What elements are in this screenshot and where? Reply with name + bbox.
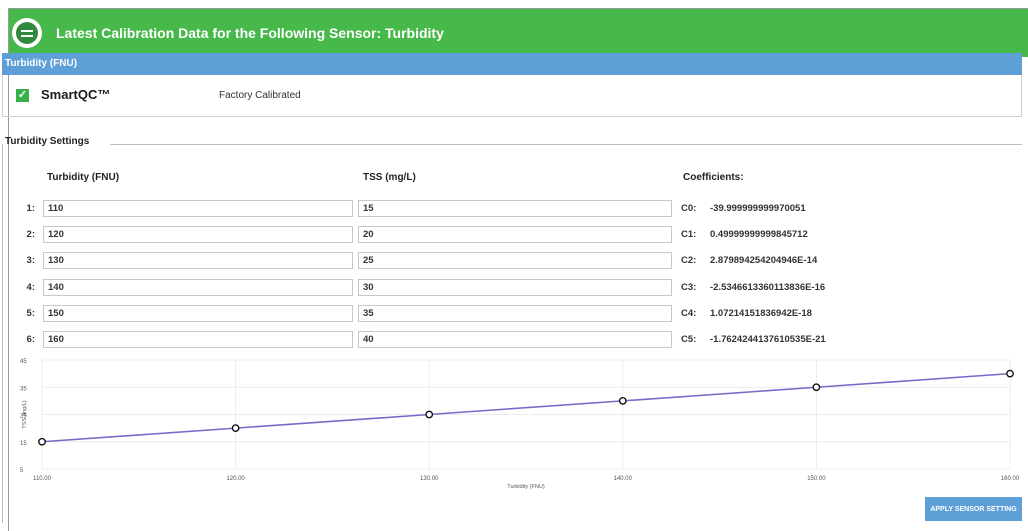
y-tick-label: 45 xyxy=(20,359,27,365)
settings-title: Turbidity Settings xyxy=(5,136,90,147)
x-tick-label: 140.00 xyxy=(614,476,633,482)
smartqc-row: ✓ SmartQC™ Factory Calibrated xyxy=(2,75,1022,117)
data-point xyxy=(618,396,627,405)
row-number: 2: xyxy=(26,229,35,240)
x-tick-label: 160.00 xyxy=(1001,476,1020,482)
coefficient-label: C2: xyxy=(681,255,697,266)
row-number: 4: xyxy=(26,282,35,293)
row-number: 3: xyxy=(26,255,35,266)
coefficient-value: -2.5346613360113836E-16 xyxy=(710,282,826,293)
y-axis-label: TSS (mg/L) xyxy=(22,400,28,428)
coefficient-label: C5: xyxy=(681,334,697,345)
coefficient-label: C3: xyxy=(681,282,697,293)
x-axis-label: Turbidity (FNU) xyxy=(507,484,545,490)
header-bar: Latest Calibration Data for the Followin… xyxy=(9,9,1028,57)
coefficient-label: C1: xyxy=(681,229,697,240)
turbidity-input[interactable]: 150 xyxy=(43,305,353,322)
smartqc-checkbox[interactable]: ✓ xyxy=(16,89,29,102)
series-line xyxy=(41,372,1011,443)
row-number: 6: xyxy=(26,334,35,345)
coefficient-value: -1.7624244137610535E-21 xyxy=(710,334,826,345)
calibration-chart: 515253545110.00 120.00 130.00 140.00 150.00 1… xyxy=(20,359,1020,490)
row-number: 1: xyxy=(26,203,35,214)
turbidity-input[interactable]: 160 xyxy=(43,331,353,348)
settings-divider xyxy=(110,144,1022,145)
x-tick-label: 130.00 xyxy=(420,476,439,482)
coefficient-value: 2.879894254204946E-14 xyxy=(710,255,818,266)
panel-title: Turbidity (FNU) xyxy=(2,53,1022,75)
tss-input[interactable]: 25 xyxy=(358,252,672,269)
smartqc-label: SmartQC™ xyxy=(41,87,111,102)
turbidity-input[interactable]: 130 xyxy=(43,252,353,269)
coefficient-value: -39.999999999970051 xyxy=(710,203,806,214)
coefficient-value: 1.07214151836942E-18 xyxy=(710,308,812,319)
tss-input[interactable]: 15 xyxy=(358,200,672,217)
coefficients-header: Coefficients: xyxy=(683,172,744,183)
page-title: Latest Calibration Data for the Followin… xyxy=(56,25,444,41)
turbidity-input[interactable]: 140 xyxy=(43,279,353,296)
tss-input[interactable]: 30 xyxy=(358,279,672,296)
turbidity-input[interactable]: 110 xyxy=(43,200,353,217)
data-point xyxy=(231,424,240,433)
coefficient-label: C4: xyxy=(681,308,697,319)
y-tick-label: 5 xyxy=(20,468,24,474)
y-tick-label: 35 xyxy=(20,386,27,392)
tss-input[interactable]: 20 xyxy=(358,226,672,243)
data-point xyxy=(38,437,46,446)
row-number: 5: xyxy=(26,308,35,319)
data-point xyxy=(1006,369,1014,378)
x-tick-label: 150.00 xyxy=(807,476,826,482)
data-point xyxy=(425,410,434,419)
x-tick-label: 120.00 xyxy=(226,476,245,482)
turbidity-input[interactable]: 120 xyxy=(43,226,353,243)
sensor-icon xyxy=(12,18,42,48)
calibration-status: Factory Calibrated xyxy=(219,90,301,101)
turbidity-column-header: Turbidity (FNU) xyxy=(47,172,120,183)
tss-input[interactable]: 40 xyxy=(358,331,672,348)
data-point xyxy=(812,383,821,392)
coefficient-value: 0.49999999999845712 xyxy=(710,229,808,240)
tss-column-header: TSS (mg/L) xyxy=(363,172,416,183)
x-tick-label: 110.00 xyxy=(33,476,52,482)
apply-sensor-setting-button[interactable]: APPLY SENSOR SETTING xyxy=(925,497,1022,521)
y-tick-label: 15 xyxy=(20,441,27,447)
coefficient-label: C0: xyxy=(681,203,697,214)
tss-input[interactable]: 35 xyxy=(358,305,672,322)
